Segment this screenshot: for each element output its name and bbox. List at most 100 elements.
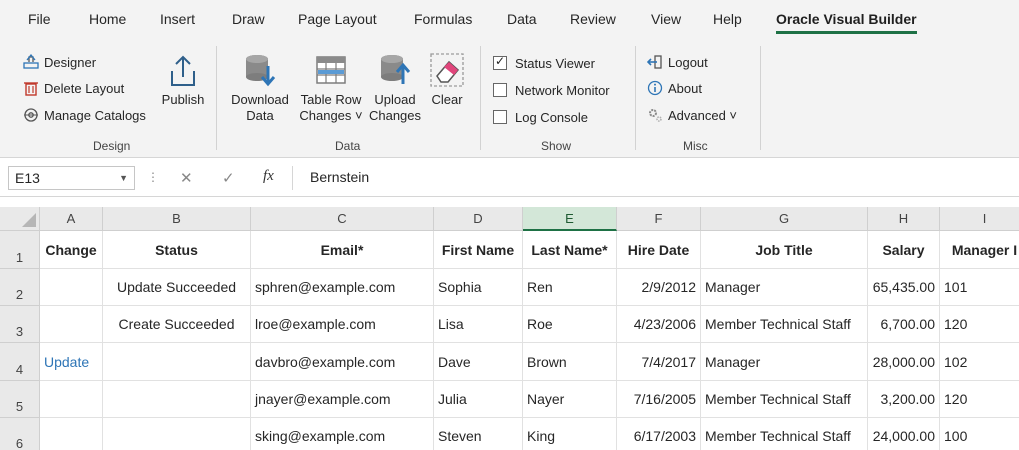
cell-a5[interactable] [40, 381, 103, 418]
tab-draw[interactable]: Draw [232, 11, 265, 27]
row-header-1[interactable]: 1 [0, 231, 40, 269]
upload-changes-button[interactable]: Upload Changes [368, 50, 422, 124]
cell-e1[interactable]: Last Name* [523, 231, 617, 269]
column-header-a[interactable]: A [40, 207, 103, 231]
row-header-2[interactable]: 2 [0, 269, 40, 306]
cell-g2[interactable]: Manager [701, 269, 868, 306]
tab-oracle-visual-builder[interactable]: Oracle Visual Builder [776, 11, 917, 34]
cell-g6[interactable]: Member Technical Staff [701, 418, 868, 450]
cell-g1[interactable]: Job Title [701, 231, 868, 269]
cell-d1[interactable]: First Name [434, 231, 523, 269]
cell-c2[interactable]: sphren@example.com [251, 269, 434, 306]
tab-insert[interactable]: Insert [160, 11, 195, 27]
network-monitor-checkbox[interactable]: Network Monitor [493, 80, 610, 100]
tab-file[interactable]: File [28, 11, 51, 27]
cancel-icon[interactable]: ✕ [180, 169, 193, 187]
enter-icon[interactable]: ✓ [222, 169, 235, 187]
cell-f2[interactable]: 2/9/2012 [617, 269, 701, 306]
cell-f4[interactable]: 7/4/2017 [617, 343, 701, 381]
tab-view[interactable]: View [651, 11, 681, 27]
cell-h5[interactable]: 3,200.00 [868, 381, 940, 418]
cell-d2[interactable]: Sophia [434, 269, 523, 306]
tab-home[interactable]: Home [89, 11, 126, 27]
row-header-6[interactable]: 6 [0, 418, 40, 450]
tab-help[interactable]: Help [713, 11, 742, 27]
cell-d5[interactable]: Julia [434, 381, 523, 418]
cell-g4[interactable]: Manager [701, 343, 868, 381]
cell-c6[interactable]: sking@example.com [251, 418, 434, 450]
designer-button[interactable]: Designer [22, 51, 96, 73]
cell-e3[interactable]: Roe [523, 306, 617, 343]
cell-a1[interactable]: Change [40, 231, 103, 269]
column-header-i[interactable]: I [940, 207, 1019, 231]
network-monitor-check-box[interactable] [493, 83, 507, 97]
column-header-h[interactable]: H [868, 207, 940, 231]
cell-c5[interactable]: jnayer@example.com [251, 381, 434, 418]
cell-b1[interactable]: Status [103, 231, 251, 269]
column-header-d[interactable]: D [434, 207, 523, 231]
cell-i3[interactable]: 120 [940, 306, 1019, 343]
column-header-b[interactable]: B [103, 207, 251, 231]
manage-catalogs-button[interactable]: Manage Catalogs [22, 104, 146, 126]
cell-b5[interactable] [103, 381, 251, 418]
column-header-e[interactable]: E [523, 207, 617, 231]
cell-i4[interactable]: 102 [940, 343, 1019, 381]
tab-page-layout[interactable]: Page Layout [298, 11, 377, 27]
status-viewer-check-box[interactable] [493, 54, 507, 70]
tab-data[interactable]: Data [507, 11, 537, 27]
cell-g3[interactable]: Member Technical Staff [701, 306, 868, 343]
advanced-button[interactable]: Advanced ˅ [646, 104, 737, 126]
cell-c3[interactable]: lroe@example.com [251, 306, 434, 343]
cell-b3[interactable]: Create Succeeded [103, 306, 251, 343]
log-console-checkbox[interactable]: Log Console [493, 107, 588, 127]
table-row-changes-button[interactable]: Table Row Changes ˅ [296, 50, 366, 124]
log-console-check-box[interactable] [493, 110, 507, 124]
cell-c4[interactable]: davbro@example.com [251, 343, 434, 381]
cell-a4[interactable]: Update [40, 343, 103, 381]
cell-h1[interactable]: Salary [868, 231, 940, 269]
row-header-5[interactable]: 5 [0, 381, 40, 418]
cell-g5[interactable]: Member Technical Staff [701, 381, 868, 418]
cell-i5[interactable]: 120 [940, 381, 1019, 418]
select-all-corner[interactable] [0, 207, 40, 231]
cell-b4[interactable] [103, 343, 251, 381]
cell-c1[interactable]: Email* [251, 231, 434, 269]
cell-d6[interactable]: Steven [434, 418, 523, 450]
insert-function-icon[interactable]: fx [263, 168, 274, 185]
cell-h3[interactable]: 6,700.00 [868, 306, 940, 343]
cell-i1[interactable]: Manager I [940, 231, 1019, 269]
column-header-c[interactable]: C [251, 207, 434, 231]
cell-d3[interactable]: Lisa [434, 306, 523, 343]
clear-button[interactable]: Clear [425, 50, 469, 108]
cell-i2[interactable]: 101 [940, 269, 1019, 306]
cell-i6[interactable]: 100 [940, 418, 1019, 450]
download-data-button[interactable]: Download Data [226, 50, 294, 124]
cell-d4[interactable]: Dave [434, 343, 523, 381]
cell-e2[interactable]: Ren [523, 269, 617, 306]
cell-h4[interactable]: 28,000.00 [868, 343, 940, 381]
cell-f3[interactable]: 4/23/2006 [617, 306, 701, 343]
chevron-down-icon[interactable]: ▼ [119, 173, 128, 183]
cell-f1[interactable]: Hire Date [617, 231, 701, 269]
column-header-f[interactable]: F [617, 207, 701, 231]
cell-e5[interactable]: Nayer [523, 381, 617, 418]
cell-e4[interactable]: Brown [523, 343, 617, 381]
row-header-3[interactable]: 3 [0, 306, 40, 343]
name-box[interactable]: E13 ▼ [8, 166, 135, 190]
status-viewer-checkbox[interactable]: Status Viewer [493, 53, 595, 73]
about-button[interactable]: About [646, 77, 702, 99]
cell-a6[interactable] [40, 418, 103, 450]
cell-h6[interactable]: 24,000.00 [868, 418, 940, 450]
publish-button[interactable]: Publish [159, 50, 207, 108]
cell-f6[interactable]: 6/17/2003 [617, 418, 701, 450]
logout-button[interactable]: Logout [646, 51, 708, 73]
cell-a3[interactable] [40, 306, 103, 343]
tab-formulas[interactable]: Formulas [414, 11, 472, 27]
cell-b6[interactable] [103, 418, 251, 450]
delete-layout-button[interactable]: Delete Layout [22, 77, 124, 99]
cell-e6[interactable]: King [523, 418, 617, 450]
cell-b2[interactable]: Update Succeeded [103, 269, 251, 306]
cell-f5[interactable]: 7/16/2005 [617, 381, 701, 418]
formula-input[interactable]: Bernstein [310, 169, 369, 185]
row-header-4[interactable]: 4 [0, 343, 40, 381]
